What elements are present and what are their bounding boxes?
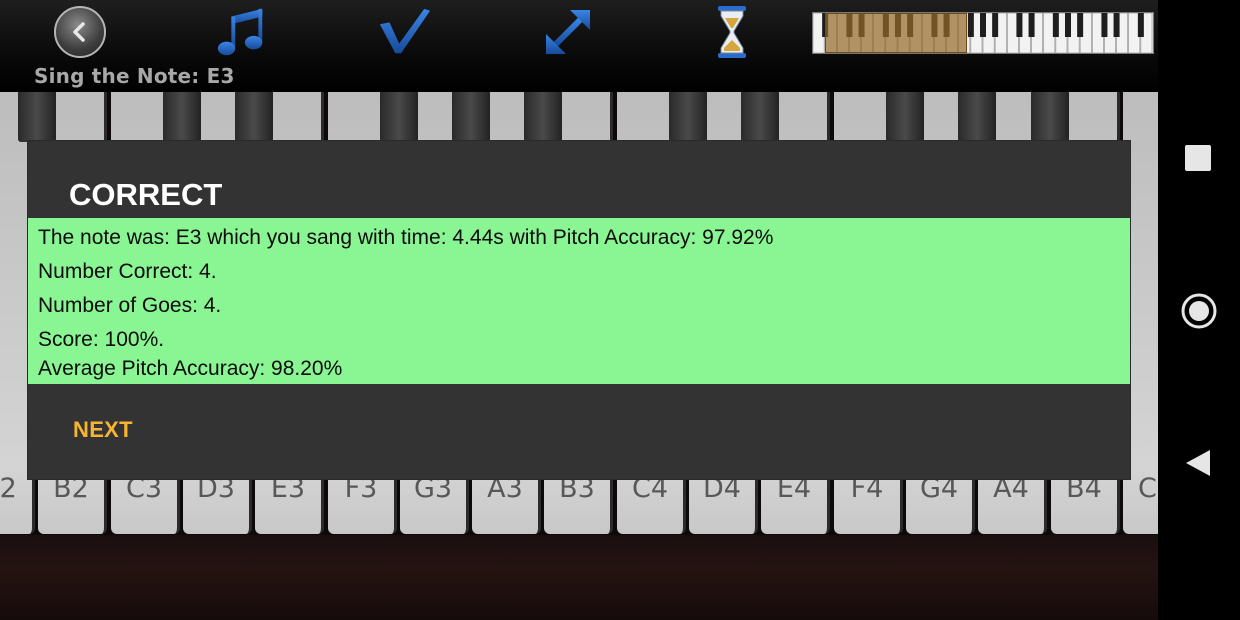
result-panel: The note was: E3 which you sang with tim… xyxy=(28,218,1130,384)
mini-black-key xyxy=(992,13,999,37)
black-key[interactable] xyxy=(741,92,779,142)
black-key[interactable] xyxy=(380,92,418,142)
resize-icon xyxy=(546,10,590,54)
black-key[interactable] xyxy=(669,92,707,142)
mini-black-key xyxy=(980,13,986,37)
music-note-icon xyxy=(217,8,263,56)
black-key[interactable] xyxy=(886,92,924,142)
result-line-goes: Number of Goes: 4. xyxy=(38,294,222,317)
timer-button[interactable] xyxy=(704,4,760,60)
mini-black-key xyxy=(1113,13,1120,37)
recents-icon[interactable] xyxy=(1185,145,1211,171)
result-line-correct: Number Correct: 4. xyxy=(38,260,217,283)
black-key[interactable] xyxy=(1031,92,1069,142)
mini-black-key xyxy=(1065,13,1071,37)
dialog-title: CORRECT xyxy=(69,177,223,212)
mini-black-key xyxy=(1052,13,1059,37)
result-line-note: The note was: E3 which you sang with tim… xyxy=(38,226,774,249)
mini-keyboard-navigator[interactable] xyxy=(812,12,1154,54)
black-key[interactable] xyxy=(163,92,201,142)
mini-black-key xyxy=(1101,13,1108,37)
mini-black-key xyxy=(967,13,974,37)
next-button[interactable]: NEXT xyxy=(73,417,133,443)
toolbar: Sing the Note: E3 xyxy=(0,0,1158,92)
back-triangle-icon[interactable] xyxy=(1184,448,1212,478)
home-icon[interactable] xyxy=(1180,292,1218,330)
result-line-average: Average Pitch Accuracy: 98.20% xyxy=(38,357,343,380)
result-dialog: CORRECT The note was: E3 which you sang … xyxy=(28,141,1130,479)
music-note-button[interactable] xyxy=(214,4,270,60)
hourglass-icon xyxy=(718,6,746,58)
mini-black-key xyxy=(1016,13,1023,37)
black-key[interactable] xyxy=(452,92,490,142)
black-key[interactable] xyxy=(235,92,273,142)
black-key[interactable] xyxy=(958,92,996,142)
mini-black-key xyxy=(1028,13,1035,37)
check-button[interactable] xyxy=(376,4,432,60)
app-screen: Sing the Note: E3 A2B2C3D3E3F3G3A3B3C4D4… xyxy=(0,0,1158,620)
wood-floor-background xyxy=(0,535,1158,620)
resize-button[interactable] xyxy=(540,4,596,60)
back-button[interactable] xyxy=(52,4,108,60)
back-icon xyxy=(54,6,106,58)
mini-black-key xyxy=(1137,13,1144,37)
check-icon xyxy=(379,8,431,54)
mini-keyboard-range-highlight[interactable] xyxy=(825,13,967,53)
black-key[interactable] xyxy=(524,92,562,142)
page-title: Sing the Note: E3 xyxy=(34,64,235,88)
mini-black-key xyxy=(1077,13,1084,37)
android-nav-bar xyxy=(1158,0,1240,620)
black-key[interactable] xyxy=(18,92,56,142)
result-line-score: Score: 100%. xyxy=(38,328,165,351)
